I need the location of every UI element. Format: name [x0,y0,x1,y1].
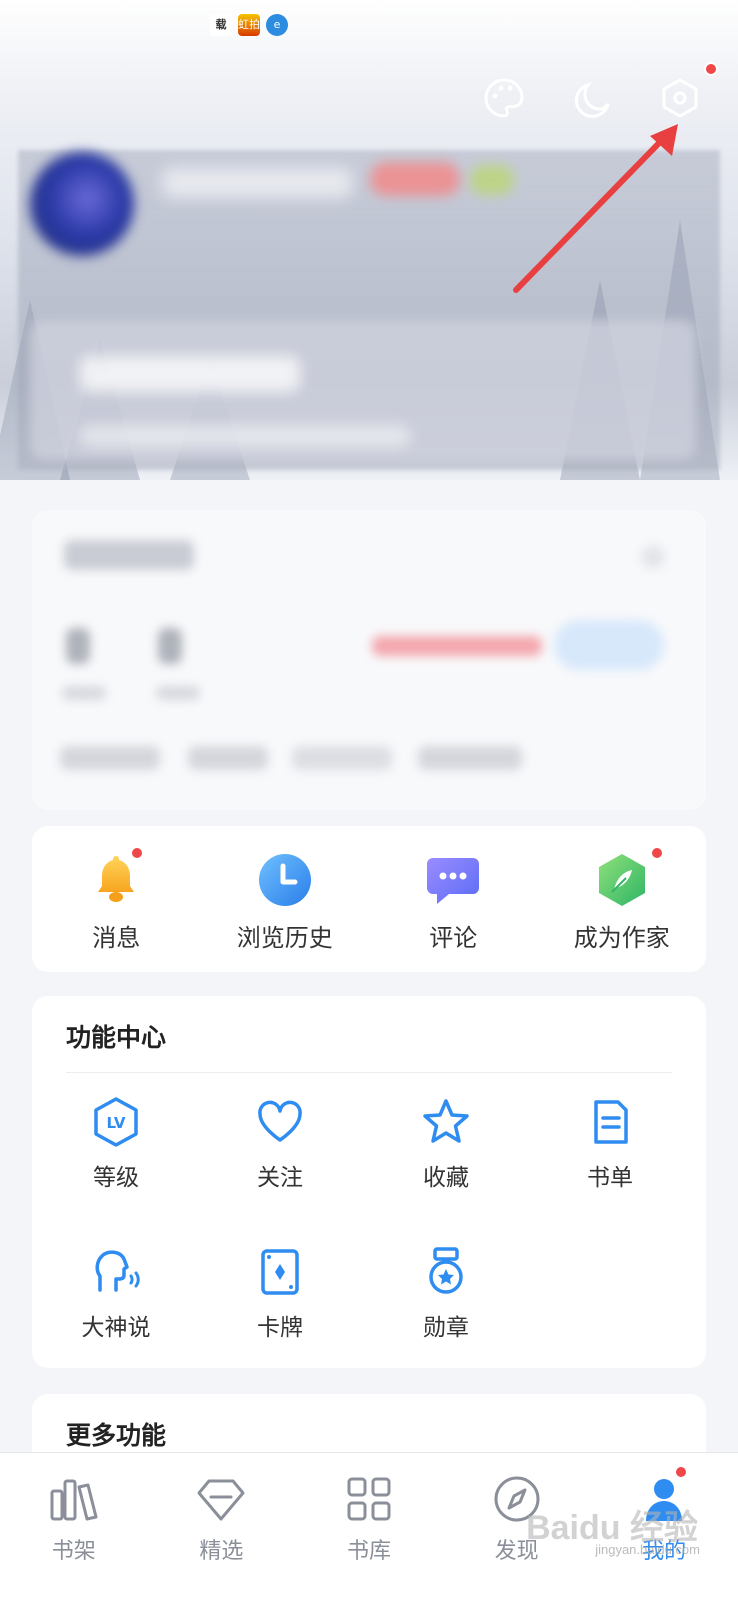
function-item-label: 勋章 [423,1315,469,1341]
watermark-url: jingyan.baidu.com [595,1542,700,1557]
function-item-follow[interactable]: 关注 [196,1096,364,1192]
moon-icon[interactable] [572,76,616,120]
divider [66,1072,672,1073]
blurred-balance-label [156,686,200,700]
level-lv-icon: LV [94,1097,138,1147]
function-center: 功能中心 LV 等级 关注 收藏 书单 大神说 卡牌 勋章 [32,996,706,1368]
quick-item-label: 浏览历史 [236,924,333,952]
clock-icon [257,852,313,908]
browser-notification-icon: e [266,14,288,36]
nav-label: 精选 [199,1539,244,1564]
app-notification-icon: 虹拍 [238,14,260,36]
function-item-great-gods-say[interactable]: 大神说 [32,1246,200,1342]
diamond-icon [197,1479,245,1521]
medal-icon [429,1247,463,1294]
settings-notification-badge [704,62,718,76]
quick-item-become-writer[interactable]: 成为作家 [538,826,707,972]
blurred-vip-badge [370,162,460,196]
blurred-account-link[interactable] [188,746,268,770]
blurred-account-link[interactable] [418,746,522,770]
feather-icon [594,852,650,908]
speaking-head-icon [95,1250,140,1292]
messages-badge [130,846,144,860]
star-icon [423,1099,469,1143]
function-item-label: 等级 [93,1165,139,1191]
blurred-account-link[interactable] [292,746,392,770]
blurred-promo-text [372,636,542,656]
function-item-level[interactable]: LV 等级 [32,1096,200,1192]
nav-label: 书库 [346,1539,391,1564]
blurred-balance-value [158,628,182,664]
quick-item-messages[interactable]: 消息 [32,826,201,972]
bell-icon [88,852,144,908]
app-notification-icon: 载 [210,14,232,36]
blurred-membership-subtitle [80,425,410,447]
blurred-membership-title [80,356,300,392]
function-item-label: 卡牌 [257,1315,303,1341]
quick-item-label: 消息 [92,924,141,952]
blurred-account-link[interactable] [60,746,160,770]
palette-icon[interactable] [482,76,526,120]
account-card[interactable] [32,510,706,810]
function-item-booklist[interactable]: 书单 [526,1096,694,1192]
blurred-username [162,168,352,198]
svg-text:LV: LV [106,1114,125,1132]
booklist-icon [594,1100,628,1144]
avatar[interactable] [30,152,134,256]
quick-actions: 消息 浏览历史 评论 成为作家 [32,826,706,972]
bookshelf-icon [50,1479,98,1521]
function-center-title: 功能中心 [66,1023,167,1052]
heart-icon [258,1100,302,1142]
quick-item-label: 成为作家 [573,924,670,952]
function-item-label: 关注 [257,1165,303,1191]
blurred-recharge-button[interactable] [554,620,664,670]
function-item-favorites[interactable]: 收藏 [362,1096,530,1192]
function-item-cards[interactable]: 卡牌 [196,1246,364,1342]
chat-icon [425,852,481,908]
function-item-label: 收藏 [423,1165,469,1191]
more-functions-title: 更多功能 [66,1421,167,1450]
quick-item-comments[interactable]: 评论 [369,826,538,972]
quick-item-history[interactable]: 浏览历史 [201,826,370,972]
become-writer-badge [649,846,664,860]
function-item-medals[interactable]: 勋章 [362,1246,530,1342]
nav-item-library[interactable]: 书库 [295,1453,443,1600]
nav-label: 书架 [51,1539,96,1564]
function-item-label: 书单 [587,1165,633,1191]
blurred-balance-value [66,628,90,664]
status-bar-icons: 载 虹拍 e [210,14,288,36]
blurred-account-title [64,540,194,570]
card-icon [261,1249,299,1295]
quick-item-label: 评论 [429,924,478,952]
profile-header-background [0,0,738,480]
nav-item-bookshelf[interactable]: 书架 [0,1453,148,1600]
blurred-balance-label [62,686,106,700]
settings-hexagon-icon[interactable] [658,76,702,120]
blurred-arrow [642,546,664,568]
blurred-level-badge [470,165,514,195]
function-item-label: 大神说 [81,1315,151,1341]
grid-icon [347,1477,391,1521]
nav-item-featured[interactable]: 精选 [148,1453,296,1600]
